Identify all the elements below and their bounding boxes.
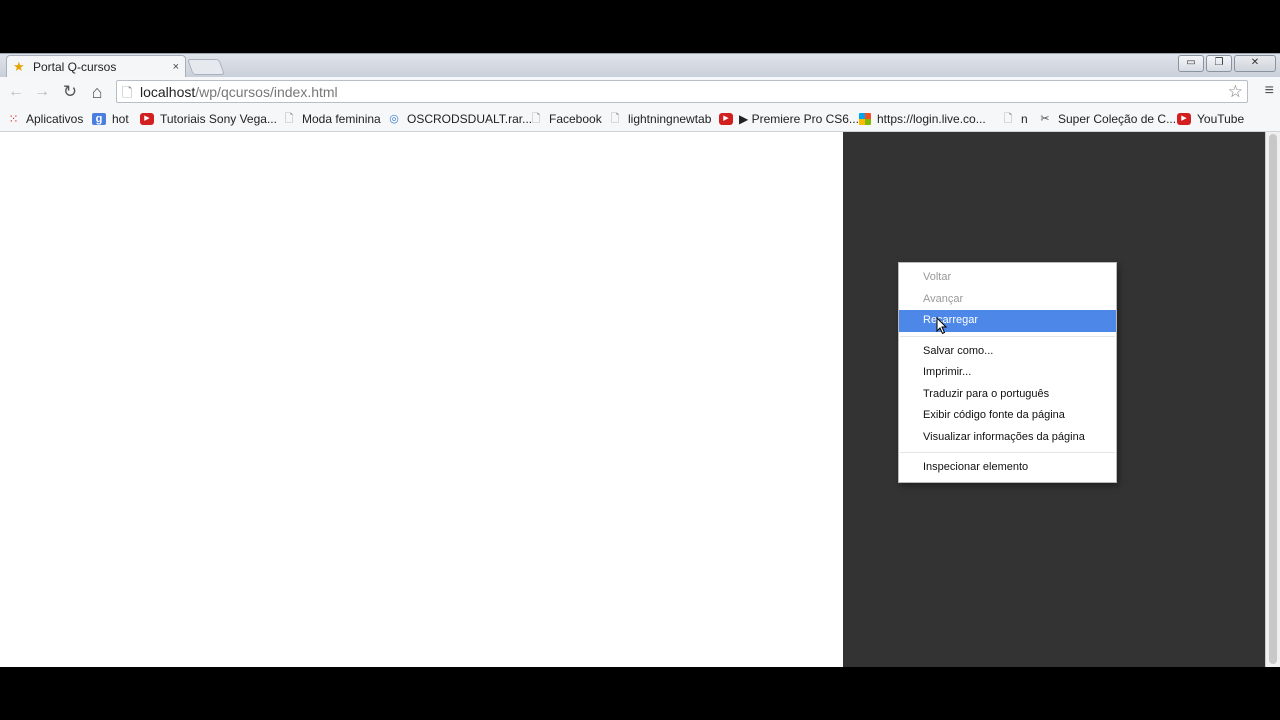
forward-button[interactable]: → — [31, 81, 53, 103]
apps-icon: ⁙ — [8, 112, 18, 126]
bookmark-label: https://login.live.co... — [877, 112, 986, 126]
page-icon: 🗋 — [284, 113, 294, 125]
menu-item-voltar[interactable]: Voltar — [899, 267, 1116, 289]
microsoft-icon — [859, 113, 871, 125]
url-text: localhost/wp/qcursos/index.html — [140, 84, 338, 100]
reload-button[interactable]: ↻ — [59, 81, 81, 103]
back-button[interactable]: ← — [5, 81, 27, 103]
close-window-button[interactable]: ✕ — [1234, 55, 1276, 72]
youtube-icon: ▶ — [1177, 113, 1191, 125]
menu-icon[interactable]: ≡ — [1265, 82, 1274, 100]
menu-item-imprimir[interactable]: Imprimir... — [899, 362, 1116, 384]
tab-strip: ★ Portal Q-cursos × ▭ ❐ ✕ — [0, 53, 1280, 78]
bookmark-youtube[interactable]: ▶ YouTube — [1177, 110, 1244, 128]
scrollbar-thumb[interactable] — [1269, 134, 1277, 664]
tab-title: Portal Q-cursos — [33, 60, 117, 74]
bookmark-premiere-pro[interactable]: ▶ ▶ Premiere Pro CS6... — [719, 110, 859, 128]
new-tab-button[interactable] — [187, 59, 225, 75]
bookmark-label: n — [1021, 112, 1028, 126]
bookmark-aplicativos[interactable]: ⁙ Aplicativos — [6, 110, 83, 128]
bookmark-label: Aplicativos — [26, 112, 84, 126]
page-icon: 🗋 — [122, 85, 133, 100]
bookmark-label: lightningnewtab — [628, 112, 712, 126]
white-pane — [0, 132, 843, 667]
bookmark-label: Super Coleção de C... — [1058, 112, 1177, 126]
menu-item-inspecionar-elemento[interactable]: Inspecionar elemento — [899, 457, 1116, 479]
maximize-button[interactable]: ❐ — [1206, 55, 1232, 72]
menu-separator — [900, 335, 1115, 337]
google-icon: g — [92, 113, 106, 125]
menu-item-exibir-codigo-fonte[interactable]: Exibir código fonte da página — [899, 405, 1116, 427]
youtube-icon: ▶ — [719, 113, 733, 125]
bookmark-lightningnewtab[interactable]: 🗋 lightningnewtab — [608, 110, 712, 128]
bookmark-hot[interactable]: g hot — [92, 110, 129, 128]
menu-separator — [900, 452, 1115, 453]
menu-item-visualizar-informacoes[interactable]: Visualizar informações da página — [899, 427, 1116, 449]
url-host: localhost — [140, 84, 196, 100]
bookmark-label: ▶ Premiere Pro CS6... — [739, 112, 859, 126]
page-icon: 🗋 — [531, 113, 541, 125]
bookmark-n[interactable]: 🗋 n — [1001, 110, 1028, 128]
circle-icon: ◎ — [389, 113, 399, 125]
context-menu: Voltar Avançar Recarregar Salvar como...… — [898, 262, 1117, 483]
bookmark-tutoriais-sony-vegas[interactable]: ▶ Tutoriais Sony Vega... — [140, 110, 277, 128]
bookmark-label: hot — [112, 112, 129, 126]
bookmark-super-colecao[interactable]: ✂ Super Coleção de C... — [1038, 110, 1176, 128]
close-tab-icon[interactable]: × — [173, 61, 179, 73]
bookmark-oscrodsdualt[interactable]: ◎ OSCRODSDUALT.rar... — [387, 110, 532, 128]
window-controls: ▭ ❐ ✕ — [1178, 55, 1276, 72]
bookmark-label: Facebook — [549, 112, 602, 126]
star-icon: ★ — [13, 59, 25, 74]
tab-portal-q-cursos[interactable]: ★ Portal Q-cursos × — [6, 55, 186, 78]
bookmark-label: YouTube — [1197, 112, 1245, 126]
bookmark-label: Moda feminina — [302, 112, 381, 126]
bookmark-login-live[interactable]: https://login.live.co... — [859, 110, 986, 128]
bookmark-moda-feminina[interactable]: 🗋 Moda feminina — [282, 110, 381, 128]
menu-item-salvar-como[interactable]: Salvar como... — [899, 341, 1116, 363]
menu-item-avancar[interactable]: Avançar — [899, 289, 1116, 311]
bookmark-label: Tutoriais Sony Vega... — [160, 112, 277, 126]
menu-item-recarregar[interactable]: Recarregar — [899, 310, 1116, 332]
bookmarks-bar: ⁙ Aplicativos g hot ▶ Tutoriais Sony Vega..… — [0, 107, 1280, 132]
menu-item-traduzir[interactable]: Traduzir para o português — [899, 384, 1116, 406]
minimize-button[interactable]: ▭ — [1178, 55, 1204, 72]
scissors-icon: ✂ — [1040, 113, 1050, 125]
page-icon: 🗋 — [1003, 113, 1013, 125]
youtube-icon: ▶ — [140, 113, 154, 125]
page-icon: 🗋 — [610, 113, 620, 125]
url-path: /wp/qcursos/index.html — [195, 84, 338, 100]
home-button[interactable]: ⌂ — [86, 81, 108, 103]
address-bar[interactable]: 🗋 localhost/wp/qcursos/index.html ☆ — [116, 80, 1248, 103]
toolbar: ← → ↻ ⌂ 🗋 localhost/wp/qcursos/index.htm… — [0, 77, 1280, 108]
bookmark-star-icon[interactable]: ☆ — [1228, 82, 1243, 102]
vertical-scrollbar[interactable] — [1265, 132, 1280, 667]
mouse-cursor-icon — [936, 317, 948, 335]
bookmark-label: OSCRODSDUALT.rar... — [407, 112, 533, 126]
bookmark-facebook[interactable]: 🗋 Facebook — [529, 110, 602, 128]
